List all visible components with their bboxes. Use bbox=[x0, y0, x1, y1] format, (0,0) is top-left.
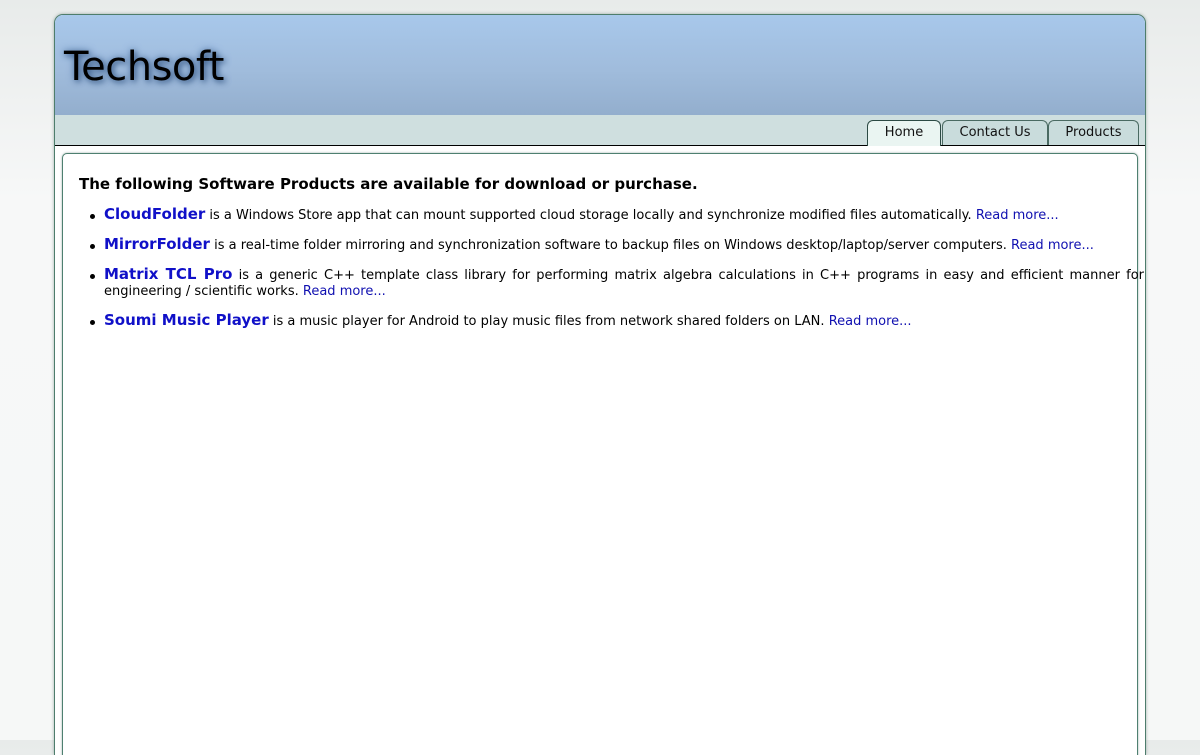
product-link-cloudfolder[interactable]: CloudFolder bbox=[104, 205, 205, 223]
list-item: MirrorFolder is a real-time folder mirro… bbox=[90, 235, 1144, 254]
product-description: is a generic C++ template class library … bbox=[104, 268, 1144, 299]
tab-contact-us[interactable]: Contact Us bbox=[942, 120, 1048, 145]
product-description: is a real-time folder mirroring and sync… bbox=[214, 238, 1007, 253]
tab-home[interactable]: Home bbox=[867, 120, 941, 146]
page-frame: Techsoft Home Contact Us Products The fo… bbox=[54, 14, 1146, 755]
list-item: CloudFolder is a Windows Store app that … bbox=[90, 205, 1144, 224]
product-link-soumi-music-player[interactable]: Soumi Music Player bbox=[104, 311, 269, 329]
product-link-mirrorfolder[interactable]: MirrorFolder bbox=[104, 235, 210, 253]
product-list: CloudFolder is a Windows Store app that … bbox=[79, 206, 1144, 342]
list-item: Soumi Music Player is a music player for… bbox=[90, 311, 1144, 330]
tab-products[interactable]: Products bbox=[1048, 120, 1139, 145]
product-description: is a music player for Android to play mu… bbox=[272, 314, 825, 329]
read-more-link[interactable]: Read more... bbox=[976, 208, 1059, 223]
product-description: is a Windows Store app that can mount su… bbox=[209, 208, 972, 223]
site-title: Techsoft bbox=[64, 44, 224, 90]
read-more-link[interactable]: Read more... bbox=[303, 284, 386, 299]
read-more-link[interactable]: Read more... bbox=[1011, 238, 1094, 253]
product-link-matrix-tcl-pro[interactable]: Matrix TCL Pro bbox=[104, 265, 232, 283]
read-more-link[interactable]: Read more... bbox=[829, 314, 912, 329]
content-panel: The following Software Products are avai… bbox=[62, 153, 1144, 755]
list-item: Matrix TCL Pro is a generic C++ template… bbox=[90, 265, 1144, 300]
tab-bar: Home Contact Us Products bbox=[55, 115, 1145, 146]
site-header: Techsoft bbox=[55, 15, 1145, 115]
intro-text: The following Software Products are avai… bbox=[79, 175, 698, 193]
